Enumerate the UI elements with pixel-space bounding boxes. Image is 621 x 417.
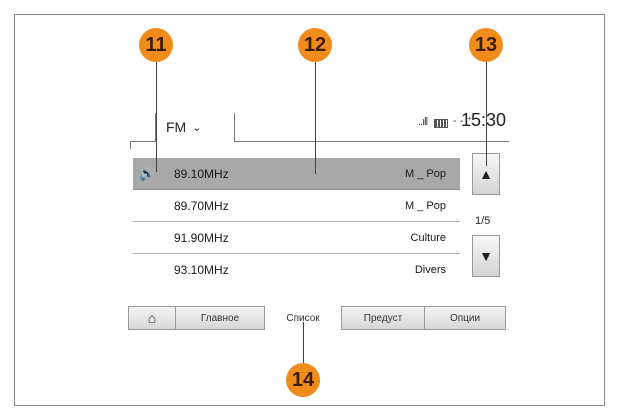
clock: 15:30 — [461, 110, 507, 130]
station-frequency: 89.10MHz — [174, 166, 229, 181]
tab-divider-stub — [130, 141, 131, 149]
station-name: Divers — [414, 263, 446, 276]
callout-14: 14 — [286, 363, 320, 397]
callout-11: 11 — [139, 28, 173, 62]
callout-12: 12 — [298, 28, 332, 62]
tab-main[interactable]: Главное — [175, 306, 265, 330]
station-row[interactable]: 91.90MHz Culture — [133, 222, 460, 254]
home-icon: ⌂ — [147, 310, 157, 326]
callout-14-line — [303, 322, 304, 363]
signal-icon: ..ıll — [418, 116, 428, 128]
tab-options-label: Опции — [449, 312, 481, 324]
callout-13: 13 — [469, 28, 503, 62]
station-frequency: 89.70MHz — [174, 198, 229, 213]
speaker-icon: 🔊 — [139, 165, 156, 181]
callout-11-line — [156, 62, 157, 172]
tab-main-label: Главное — [200, 312, 240, 324]
station-list: 🔊 89.10MHz M _ Pop 89.70MHz M _ Pop 91.9… — [133, 158, 460, 285]
station-frequency: 93.10MHz — [174, 262, 229, 277]
station-name: Culture — [410, 231, 446, 244]
home-button[interactable]: ⌂ — [128, 306, 176, 330]
tab-divider-right — [234, 141, 509, 142]
tab-presets-label: Предуст — [363, 312, 403, 324]
arrow-down-icon: ▼ — [479, 248, 493, 264]
band-selector[interactable]: FM ⌄ — [155, 113, 235, 141]
chevron-down-icon: ⌄ — [192, 121, 202, 134]
arrow-up-icon: ▲ — [479, 166, 493, 182]
station-row[interactable]: 🔊 89.10MHz M _ Pop — [133, 158, 460, 190]
tab-presets[interactable]: Предуст — [341, 306, 425, 330]
station-row[interactable]: 89.70MHz M _ Pop — [133, 190, 460, 222]
scroll-down-button[interactable]: ▼ — [472, 235, 500, 277]
station-frequency: 91.90MHz — [174, 230, 229, 245]
station-name: M _ Pop — [405, 167, 446, 180]
tab-options[interactable]: Опции — [424, 306, 506, 330]
band-label: FM — [166, 119, 187, 135]
callout-12-line — [315, 62, 316, 174]
page-indicator: 1/5 — [475, 215, 491, 227]
tab-divider — [130, 141, 156, 142]
callout-13-line — [486, 62, 487, 166]
station-name: M _ Pop — [405, 199, 446, 212]
station-row[interactable]: 93.10MHz Divers — [133, 254, 460, 285]
battery-icon — [434, 119, 448, 128]
